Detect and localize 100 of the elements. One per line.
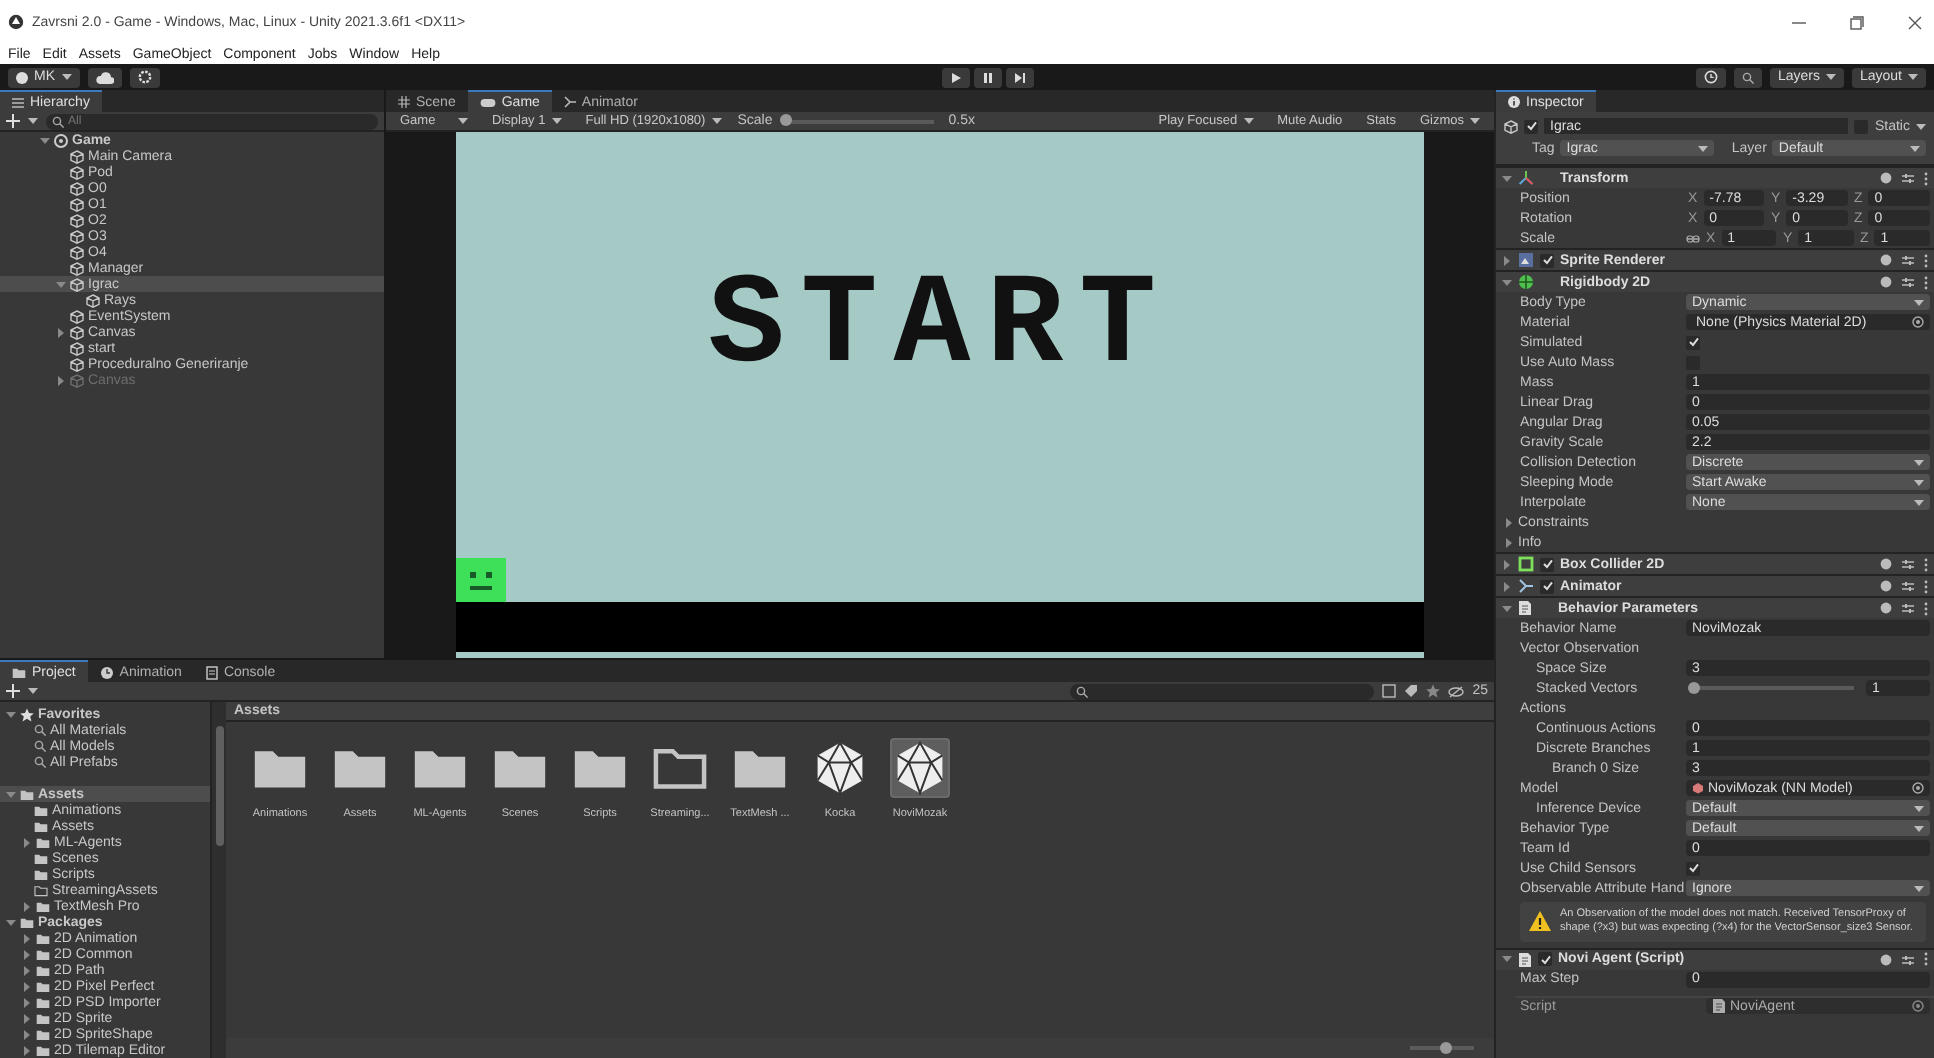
info-icon (1508, 96, 1520, 108)
link-icon (1686, 233, 1700, 243)
collapsed-arrow-icon[interactable] (1502, 559, 1512, 569)
caret-icon (458, 118, 468, 124)
slider-thumb[interactable] (1688, 681, 1700, 693)
enable-checkbox[interactable] (1540, 557, 1554, 571)
search-field[interactable] (1070, 683, 1375, 699)
caret-icon (1914, 459, 1924, 465)
restore-icon[interactable] (1850, 15, 1864, 29)
caret-icon (1470, 118, 1480, 124)
step-icon (1013, 71, 1026, 83)
expanded-arrow-icon[interactable] (1502, 173, 1512, 183)
caret-icon (1914, 885, 1924, 891)
add-icon[interactable] (6, 684, 20, 698)
caret-icon (1243, 118, 1254, 124)
expanded-arrow-icon[interactable] (1502, 954, 1512, 965)
filter-type-icon[interactable] (1382, 684, 1397, 698)
search-icon (1076, 685, 1089, 697)
search-icon (1741, 71, 1754, 83)
script-icon (1518, 951, 1532, 968)
presets-sliders-icon[interactable] (1902, 602, 1914, 614)
console-icon (205, 665, 218, 679)
search-button[interactable] (1733, 67, 1762, 87)
caret-icon (28, 688, 38, 694)
expanded-arrow-icon[interactable] (6, 917, 16, 927)
add-icon[interactable] (6, 114, 20, 128)
presets-sliders-icon[interactable] (1902, 254, 1914, 266)
enable-checkbox[interactable] (1540, 253, 1554, 267)
presets-sliders-icon[interactable] (1902, 580, 1914, 592)
presets-sliders-icon[interactable] (1902, 953, 1914, 966)
game-title-text: START (707, 264, 1173, 392)
gamepad-icon (479, 97, 496, 107)
object-picker-icon[interactable] (1912, 782, 1924, 794)
collapsed-arrow-icon[interactable] (1502, 581, 1512, 591)
checkmark-icon (1525, 120, 1537, 132)
slider-thumb[interactable] (1439, 1041, 1452, 1053)
model-asset-icon (1692, 782, 1704, 794)
caret-icon (1914, 499, 1924, 505)
checkbox[interactable] (1686, 861, 1700, 875)
collapsed-arrow-icon[interactable] (22, 901, 32, 911)
slider-thumb[interactable] (780, 114, 793, 126)
caret-icon (1914, 479, 1924, 485)
object-picker-icon[interactable] (1912, 316, 1924, 328)
expanded-arrow-icon[interactable] (6, 789, 16, 799)
active-checkbox[interactable] (1524, 119, 1538, 133)
presets-sliders-icon[interactable] (1902, 276, 1914, 288)
search-icon (34, 756, 46, 768)
cloud-icon (95, 71, 113, 83)
hidden-eye-icon[interactable] (1448, 685, 1465, 697)
transform-axes-icon (1518, 170, 1534, 186)
step-button[interactable] (1005, 67, 1034, 87)
collapsed-arrow-icon[interactable] (56, 327, 66, 337)
checkbox[interactable] (1686, 335, 1700, 349)
play-icon (949, 71, 962, 83)
caret-icon (1908, 74, 1918, 80)
script-icon (1518, 600, 1532, 616)
caret-icon (61, 74, 71, 80)
checkmark-icon (1539, 953, 1551, 966)
mesh-model-icon (892, 740, 948, 796)
collapsed-arrow-icon[interactable] (22, 837, 32, 847)
caret-icon (711, 118, 722, 124)
history-button[interactable] (1695, 67, 1726, 87)
search-icon (34, 724, 46, 736)
caret-icon (1910, 145, 1920, 151)
presets-sliders-icon[interactable] (1902, 172, 1914, 184)
presets-sliders-icon[interactable] (1902, 558, 1914, 570)
expanded-arrow-icon[interactable] (1502, 277, 1512, 287)
mesh-model-icon (812, 740, 868, 796)
enable-checkbox[interactable] (1538, 952, 1552, 967)
caret-icon (1914, 825, 1924, 831)
sprite-renderer-icon (1518, 252, 1534, 268)
expanded-arrow-icon[interactable] (40, 135, 50, 145)
list-icon (12, 97, 24, 107)
collapsed-arrow-icon[interactable] (1502, 255, 1512, 265)
rigidbody-icon (1518, 274, 1534, 290)
checkmark-icon (1687, 336, 1699, 348)
object-picker-icon[interactable] (1912, 1000, 1924, 1013)
checkmark-icon (1541, 254, 1553, 266)
pause-button[interactable] (973, 67, 1002, 87)
caret-icon (1914, 805, 1924, 811)
collab-button[interactable] (129, 67, 159, 87)
expanded-arrow-icon[interactable] (56, 279, 66, 289)
pause-icon (981, 71, 994, 83)
caret-icon (1697, 145, 1708, 151)
warning-icon (1528, 910, 1552, 933)
animator-icon (1518, 578, 1534, 594)
favorite-star-icon[interactable] (1426, 684, 1441, 698)
close-icon[interactable] (1908, 15, 1922, 29)
history-icon (1703, 70, 1718, 84)
cloud-button[interactable] (87, 67, 121, 87)
caret-icon (1916, 123, 1926, 129)
caret-icon (551, 118, 562, 124)
box-collider-icon (1518, 556, 1534, 572)
player-sprite (456, 558, 506, 602)
animator-icon (563, 96, 576, 108)
play-button[interactable] (941, 67, 970, 87)
expanded-arrow-icon[interactable] (1502, 603, 1512, 613)
unity-logo-icon (8, 14, 24, 30)
expanded-arrow-icon[interactable] (6, 709, 16, 719)
enable-checkbox[interactable] (1540, 579, 1554, 593)
